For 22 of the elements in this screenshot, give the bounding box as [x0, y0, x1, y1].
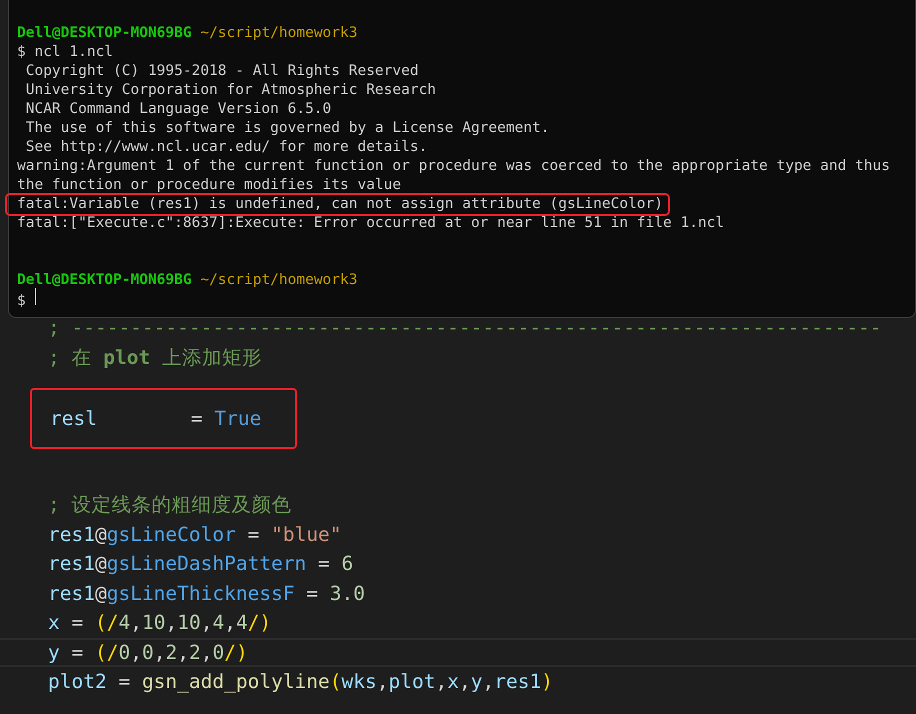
code-line: ; 设定线条的粗细度及颜色 — [48, 492, 292, 518]
code-line: res1@gsLineColor = "blue" — [48, 522, 343, 548]
code-line: res1@gsLineDashPattern = 6 — [48, 551, 354, 577]
terminal-line: fatal:["Execute.c":8637]:Execute: Error occurred at or near line 51 in file 1.ncl — [17, 214, 724, 233]
terminal-line: Dell@DESKTOP-MON69BG ~/script/homework3 — [17, 24, 358, 43]
terminal-line: Copyright (C) 1995-2018 - All Rights Reserved — [24, 62, 419, 81]
terminal-line: $ ncl 1.ncl — [17, 43, 114, 62]
code-line: plot2 = gsn_add_polyline(wks,plot,x,y,res1) — [48, 669, 554, 695]
terminal-line: See http://www.ncl.ucar.edu/ for more details. — [24, 138, 428, 157]
code-line: ; 在 plot 上添加矩形 — [48, 344, 263, 370]
terminal-line: University Corporation for Atmospheric Research — [24, 81, 436, 100]
code-line: res1@gsLineThicknessF = 3.0 — [48, 580, 366, 606]
terminal-line: $ — [17, 288, 36, 311]
terminal-line: fatal:Variable (res1) is undefined, can not assign attribute (gsLineColor) — [7, 195, 668, 214]
code-line: y = (/0,0,2,2,0/) — [0, 638, 916, 667]
terminal-line: the function or procedure modifies its value — [17, 176, 402, 195]
terminal-line: The use of this software is governed by a License Agreement. — [24, 119, 550, 138]
terminal-line: NCAR Command Language Version 6.5.0 — [24, 100, 332, 119]
terminal-line: warning:Argument 1 of the current function or procedure was coerced to the appropriate type and thus — [17, 157, 890, 176]
code-line: ; --------------------------------------------------------------------- — [48, 315, 883, 341]
code-line: x = (/4,10,10,4,4/) — [48, 610, 272, 636]
terminal-line: Dell@DESKTOP-MON69BG ~/script/homework3 — [17, 271, 358, 290]
